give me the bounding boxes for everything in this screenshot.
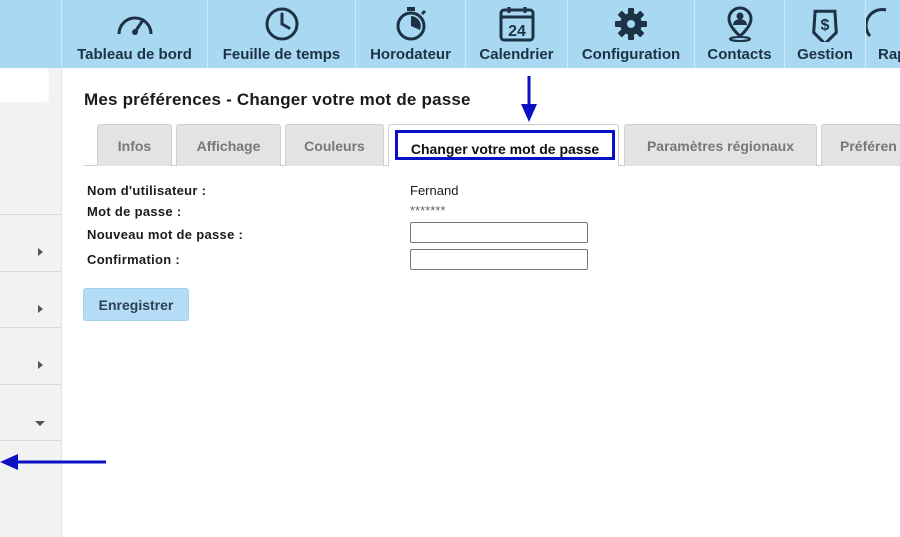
tab-label: Changer votre mot de passe — [410, 141, 600, 157]
dollar-tag-icon: $ — [812, 9, 838, 42]
svg-text:$: $ — [821, 17, 830, 34]
nav-label: Configuration — [581, 46, 681, 63]
nav-label: Contacts — [707, 46, 772, 63]
sidebar-item-1[interactable] — [0, 215, 62, 271]
tab-highlight-box: Changer votre mot de passe — [395, 130, 615, 160]
tab-label: Paramètres régionaux — [646, 138, 795, 154]
confirmation-label: Confirmation : — [87, 252, 181, 267]
nav-item-contacts[interactable]: Contacts — [695, 0, 785, 68]
chevron-right-icon — [38, 361, 43, 369]
nav-item-rapports[interactable]: Rap — [866, 0, 900, 68]
report-icon — [866, 8, 887, 37]
nav-corner — [0, 0, 62, 68]
tab-parametres-regionaux[interactable]: Paramètres régionaux — [624, 124, 817, 166]
tab-label: Infos — [117, 138, 152, 154]
calendar-day: 24 — [508, 23, 526, 40]
sidebar-divider — [0, 440, 62, 441]
gear-icon — [615, 8, 647, 40]
nav-item-feuille-de-temps[interactable]: Feuille de temps — [208, 0, 356, 68]
left-arrow-annotation-icon — [0, 454, 106, 470]
calendar-icon: 24 — [499, 7, 534, 42]
tab-preferences[interactable]: Préféren — [821, 124, 900, 166]
sidebar-item-2[interactable] — [0, 272, 62, 328]
nav-item-tableau-de-bord[interactable]: Tableau de bord — [62, 0, 208, 68]
nav-item-calendrier[interactable]: 24 Calendrier — [466, 0, 568, 68]
password-label: Mot de passe : — [87, 204, 182, 219]
tab-infos[interactable]: Infos — [97, 124, 172, 166]
nav-item-configuration[interactable]: Configuration — [568, 0, 695, 68]
gauge-icon — [117, 16, 152, 35]
new-password-input[interactable] — [410, 222, 588, 243]
nav-label: Rap — [878, 46, 900, 63]
chevron-down-icon — [35, 421, 45, 426]
tab-changer-mot-de-passe[interactable]: Changer votre mot de passe — [388, 124, 619, 166]
nav-label: Calendrier — [479, 46, 554, 63]
tab-label: Couleurs — [304, 138, 365, 154]
contact-pin-icon — [726, 6, 753, 42]
nav-item-horodateur[interactable]: Horodateur — [356, 0, 466, 68]
nav-label: Gestion — [797, 46, 853, 63]
nav-label: Tableau de bord — [77, 46, 192, 63]
confirmation-input[interactable] — [410, 249, 588, 270]
page-title: Mes préférences - Changer votre mot de p… — [84, 90, 471, 109]
new-password-label: Nouveau mot de passe : — [87, 227, 244, 242]
tab-label: Préféren — [840, 138, 897, 154]
nav-label: Feuille de temps — [222, 46, 341, 63]
nav-label: Horodateur — [370, 46, 451, 63]
sidebar-item-4[interactable] — [0, 385, 62, 441]
username-value: Fernand — [410, 183, 459, 198]
password-value: ******* — [410, 203, 446, 218]
nav-item-gestion[interactable]: $ Gestion — [785, 0, 866, 68]
app-window: Tableau de bord Feuille de temps Horodat… — [0, 0, 900, 537]
clock-icon — [265, 7, 298, 41]
tab-affichage[interactable]: Affichage — [176, 124, 281, 166]
top-navigation-bar: Tableau de bord Feuille de temps Horodat… — [0, 0, 900, 68]
sidebar-search-box[interactable] — [0, 68, 49, 102]
chevron-right-icon — [38, 248, 43, 256]
username-label: Nom d'utilisateur : — [87, 183, 207, 198]
down-arrow-annotation-icon — [521, 76, 537, 122]
tab-label: Affichage — [196, 138, 261, 154]
save-button[interactable]: Enregistrer — [83, 288, 189, 321]
chevron-right-icon — [38, 305, 43, 313]
tab-couleurs[interactable]: Couleurs — [285, 124, 384, 166]
sidebar-item-3[interactable] — [0, 328, 62, 384]
stopwatch-icon — [396, 7, 426, 41]
